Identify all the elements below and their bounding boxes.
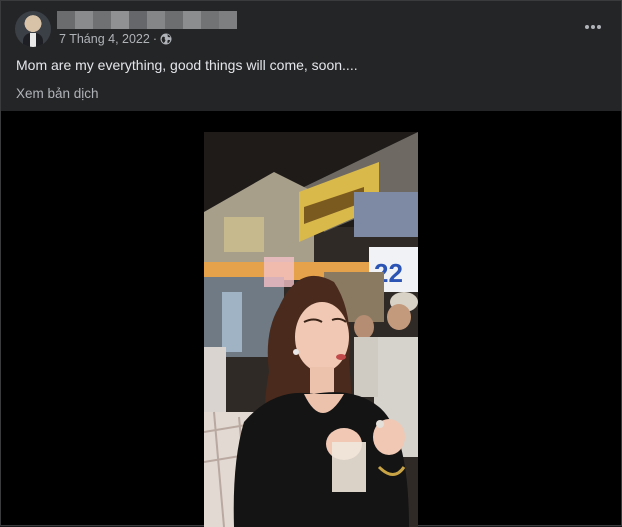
author-name-redacted[interactable] — [57, 11, 237, 29]
post-caption: Mom are my everything, good things will … — [16, 57, 358, 73]
post-header: 7 Tháng 4, 2022 · Mom are my everything,… — [1, 1, 621, 111]
video-scene: 22 — [204, 132, 418, 527]
facebook-post-card: 7 Tháng 4, 2022 · Mom are my everything,… — [0, 0, 622, 527]
video-frame[interactable]: 22 — [204, 132, 418, 527]
more-horizontal-icon — [585, 25, 601, 29]
see-translation-link[interactable]: Xem bản dịch — [16, 86, 99, 101]
meta-separator: · — [152, 32, 157, 46]
post-date[interactable]: 7 Tháng 4, 2022 — [59, 32, 150, 46]
post-meta: 7 Tháng 4, 2022 · — [59, 32, 172, 46]
avatar-shirt — [30, 33, 36, 47]
post-media: 22 — [1, 111, 621, 527]
more-options-button[interactable] — [579, 13, 607, 41]
author-avatar[interactable] — [15, 11, 51, 47]
globe-icon — [160, 33, 172, 45]
